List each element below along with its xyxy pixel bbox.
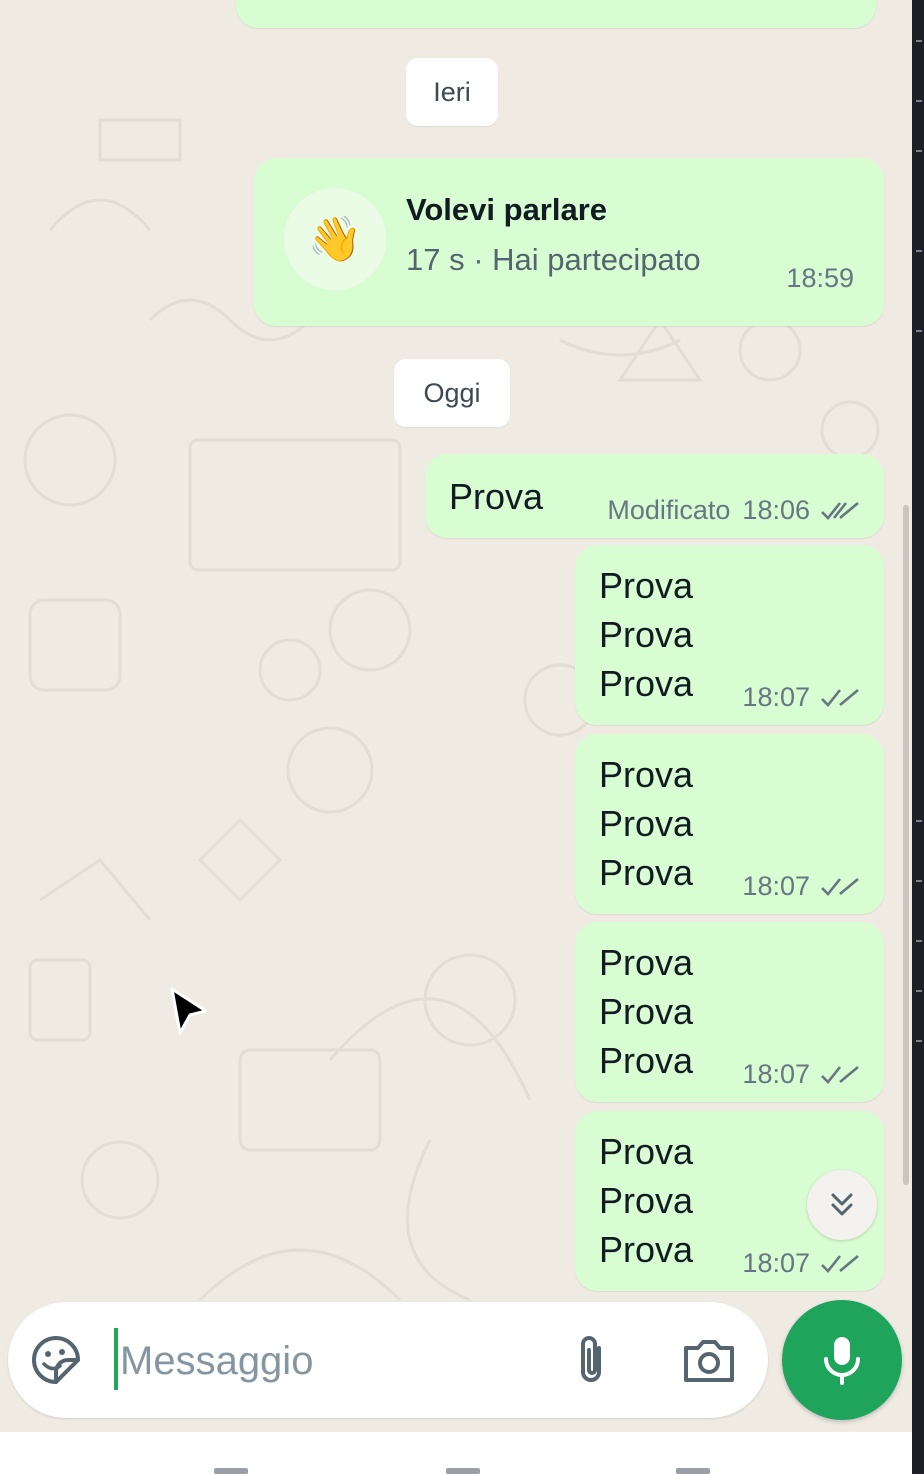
system-navigation-bar [0,1432,912,1474]
previous-message-bubble[interactable] [236,0,876,28]
message-time: 18:59 [786,263,854,293]
message-text: Prova Prova Prova [599,1127,693,1274]
message-line: Prova [599,565,694,606]
message-line: Prova [599,1131,694,1172]
microphone-icon [824,1337,860,1385]
message-text: Prova Prova Prova [599,750,693,897]
call-subtitle: 17 s · Hai partecipato [406,242,701,277]
message-time: 18:07 [742,1059,810,1089]
outgoing-message-bubble[interactable]: Prova Prova Prova 18:07 [575,734,884,914]
nav-recent-button[interactable] [214,1468,248,1474]
message-line: Prova [599,1040,694,1081]
date-separator-label: Ieri [433,76,471,107]
message-line: Prova [599,991,694,1032]
waving-hand-icon: 👋 [284,188,386,290]
message-time: 18:06 [742,495,810,525]
call-title: Volevi parlare [406,192,608,227]
edited-label: Modificato [607,495,731,525]
message-line: Prova [599,1229,694,1270]
voice-message-button[interactable] [782,1300,902,1420]
double-check-read-icon [821,1254,859,1273]
message-composer [8,1302,768,1418]
paperclip-icon[interactable] [563,1332,619,1388]
message-time: 18:07 [742,871,810,901]
message-line: Prova [599,803,694,844]
message-text: Prova [449,476,544,517]
camera-icon[interactable] [678,1332,738,1388]
double-check-read-icon [821,877,859,896]
message-time: 18:07 [742,1248,810,1278]
mouse-pointer-icon [170,987,208,1035]
message-text: Prova Prova Prova [599,561,693,708]
message-input[interactable] [118,1324,542,1398]
nav-back-button[interactable] [676,1468,710,1474]
nav-home-button[interactable] [446,1468,480,1474]
message-line: Prova [599,754,694,795]
message-meta: 18:07 [742,682,860,713]
date-separator-label: Oggi [423,377,481,408]
message-meta: Modificato 18:06 [607,495,860,526]
chat-scrollbar[interactable] [903,505,909,1185]
message-time: 18:07 [742,682,810,712]
message-line: Prova [599,852,694,893]
scroll-to-bottom-button[interactable] [807,1170,877,1240]
message-line: Prova [599,663,694,704]
message-text: Prova Prova Prova [599,938,693,1085]
outgoing-message-bubble[interactable]: Prova Prova Prova 18:07 [575,545,884,725]
date-separator-today: Oggi [394,359,510,427]
message-line: Prova [599,1180,694,1221]
message-line: Prova [599,942,694,983]
window-edge [912,0,924,1474]
message-meta: 18:07 [742,1059,860,1090]
message-line: Prova [599,614,694,655]
outgoing-message-bubble[interactable]: Prova Modificato 18:06 [425,454,884,538]
double-check-read-icon [821,1065,859,1084]
double-check-read-icon [821,501,859,520]
message-meta: 18:59 [786,263,854,294]
sticker-emoji-icon[interactable] [28,1332,84,1388]
double-check-read-icon [821,688,859,707]
double-chevron-down-icon [831,1193,853,1216]
call-message-bubble[interactable]: 👋 Volevi parlare 17 s · Hai partecipato … [254,158,884,326]
date-separator-yesterday: Ieri [406,58,498,126]
message-meta: 18:07 [742,1248,860,1279]
message-meta: 18:07 [742,871,860,902]
outgoing-message-bubble[interactable]: Prova Prova Prova 18:07 [575,922,884,1102]
